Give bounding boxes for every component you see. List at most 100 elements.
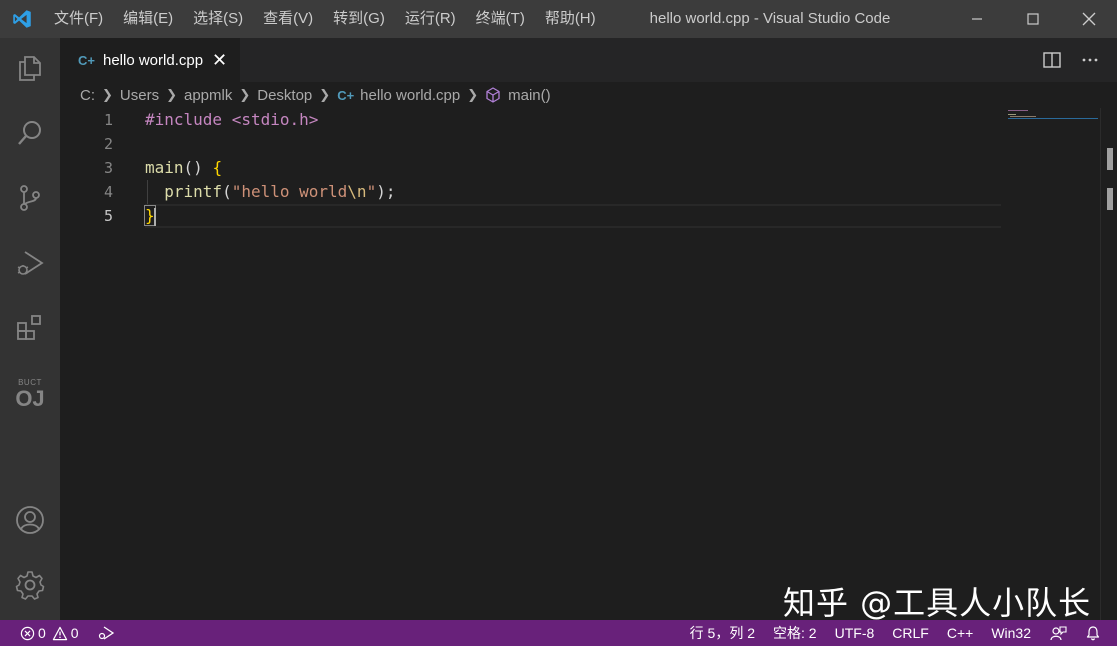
code-token: ( bbox=[222, 182, 232, 201]
code-line: 1 #include <stdio.h> bbox=[60, 108, 1100, 132]
close-icon bbox=[1082, 12, 1096, 26]
tab-hello-world-cpp[interactable]: C+ hello world.cpp ✕ bbox=[60, 38, 240, 82]
code-editor[interactable]: 1 #include <stdio.h> 2 3 main() {4 printf("h… bbox=[60, 108, 1100, 620]
menu-bar: 文件(F) 编辑(E) 选择(S) 查看(V) 转到(G) 运行(R) 终端(T… bbox=[44, 0, 606, 38]
cpp-file-icon: C+ bbox=[337, 87, 355, 103]
window-controls bbox=[949, 0, 1117, 38]
code-token: ); bbox=[376, 182, 396, 201]
code-line: 4 printf("hello world\n"); bbox=[60, 180, 1100, 204]
menu-go[interactable]: 转到(G) bbox=[323, 0, 395, 38]
warning-count: 0 bbox=[70, 625, 79, 641]
activity-bar: BUCT OJ bbox=[0, 38, 60, 620]
text-cursor bbox=[154, 208, 156, 226]
cursor-position[interactable]: 行 5，列 2 bbox=[690, 623, 755, 643]
breadcrumb-appmlk[interactable]: appmlk bbox=[184, 87, 232, 104]
menu-run[interactable]: 运行(R) bbox=[395, 0, 466, 38]
line-number: 5 bbox=[103, 207, 113, 225]
account-icon[interactable] bbox=[0, 492, 60, 548]
settings-gear-icon[interactable] bbox=[0, 557, 60, 613]
menu-file[interactable]: 文件(F) bbox=[44, 0, 113, 38]
code-text: printf("hello world\n"); bbox=[145, 180, 395, 204]
split-editor-icon[interactable] bbox=[1043, 51, 1061, 69]
debug-status-button[interactable] bbox=[97, 625, 115, 641]
breadcrumb-symbol[interactable]: main() bbox=[508, 87, 551, 104]
code-token: "hello world bbox=[231, 182, 348, 201]
source-control-icon[interactable] bbox=[0, 170, 60, 226]
minimap[interactable] bbox=[1008, 108, 1100, 120]
menu-selection[interactable]: 选择(S) bbox=[183, 0, 253, 38]
code-token: () bbox=[183, 158, 213, 177]
tab-close-icon[interactable]: ✕ bbox=[212, 51, 227, 69]
code-token: printf bbox=[164, 182, 223, 201]
breadcrumb: C: ❯ Users ❯ appmlk ❯ Desktop ❯ C+ hello… bbox=[60, 82, 1117, 108]
explorer-icon[interactable] bbox=[0, 40, 60, 96]
chevron-right-icon: ❯ bbox=[467, 87, 479, 102]
run-debug-icon[interactable] bbox=[0, 235, 60, 291]
minimize-icon bbox=[972, 18, 982, 20]
code-text: #include <stdio.h> bbox=[145, 108, 318, 132]
breadcrumb-file[interactable]: hello world.cpp bbox=[360, 87, 460, 104]
line-number: 3 bbox=[103, 159, 113, 177]
code-token: \n bbox=[347, 182, 367, 201]
chevron-right-icon: ❯ bbox=[102, 87, 113, 102]
menu-edit[interactable]: 编辑(E) bbox=[113, 0, 183, 38]
code-token: " bbox=[366, 182, 377, 201]
code-token: main bbox=[145, 158, 184, 177]
close-window-button[interactable] bbox=[1061, 0, 1117, 38]
status-right: 行 5，列 2 空格: 2 UTF-8 CRLF C++ Win32 bbox=[690, 620, 1101, 646]
window-title: hello world.cpp - Visual Studio Code bbox=[649, 10, 891, 27]
maximize-icon bbox=[1027, 13, 1039, 25]
line-number: 1 bbox=[103, 111, 113, 129]
breadcrumb-desktop[interactable]: Desktop bbox=[257, 87, 312, 104]
indentation[interactable]: 空格: 2 bbox=[773, 623, 817, 643]
title-bar: 文件(F) 编辑(E) 选择(S) 查看(V) 转到(G) 运行(R) 终端(T… bbox=[0, 0, 1117, 38]
vertical-scrollbar[interactable] bbox=[1100, 108, 1117, 620]
feedback-icon[interactable] bbox=[1049, 625, 1067, 641]
extensions-icon[interactable] bbox=[0, 300, 60, 356]
vscode-logo-icon bbox=[0, 0, 44, 38]
chevron-right-icon: ❯ bbox=[166, 87, 177, 102]
status-bar: 0 0 行 5，列 2 空格: 2 UTF-8 CRLF C++ Win32 bbox=[0, 620, 1117, 646]
language-mode[interactable]: C++ bbox=[947, 625, 973, 641]
maximize-button[interactable] bbox=[1005, 0, 1061, 38]
search-icon[interactable] bbox=[0, 105, 60, 161]
oj-icon[interactable]: BUCT OJ bbox=[0, 366, 60, 422]
error-count: 0 bbox=[38, 625, 46, 641]
menu-view[interactable]: 查看(V) bbox=[253, 0, 323, 38]
more-actions-icon[interactable] bbox=[1081, 51, 1099, 69]
code-token: { bbox=[212, 158, 223, 177]
status-left: 0 0 bbox=[0, 620, 115, 646]
scrollbar-marker bbox=[1107, 148, 1113, 170]
cpp-file-icon: C+ bbox=[78, 52, 95, 68]
minimize-button[interactable] bbox=[949, 0, 1005, 38]
line-number: 2 bbox=[103, 135, 113, 153]
code-line: 2 bbox=[60, 132, 1100, 156]
chevron-right-icon: ❯ bbox=[239, 87, 251, 102]
cpp-configuration[interactable]: Win32 bbox=[991, 625, 1031, 641]
tab-label: hello world.cpp bbox=[102, 51, 204, 69]
code-token: #include <stdio.h> bbox=[145, 110, 319, 129]
problems-status[interactable]: 0 0 bbox=[20, 625, 79, 641]
code-line: 5} bbox=[60, 204, 1100, 228]
watermark: 知乎 @工具人小队长 bbox=[783, 584, 1092, 622]
encoding[interactable]: UTF-8 bbox=[835, 625, 875, 641]
scrollbar-marker bbox=[1107, 188, 1113, 210]
end-of-line[interactable]: CRLF bbox=[892, 625, 929, 641]
notifications-bell-icon[interactable] bbox=[1085, 625, 1101, 641]
menu-terminal[interactable]: 终端(T) bbox=[466, 0, 535, 38]
line-number: 4 bbox=[103, 183, 113, 201]
oj-big-label: OJ bbox=[15, 385, 45, 411]
editor-actions bbox=[1043, 38, 1099, 82]
code-line: 3 main() { bbox=[60, 156, 1100, 180]
chevron-right-icon: ❯ bbox=[319, 87, 331, 102]
warning-icon bbox=[52, 626, 67, 640]
breadcrumb-drive[interactable]: C: bbox=[80, 87, 95, 104]
breadcrumb-users[interactable]: Users bbox=[120, 87, 159, 104]
symbol-method-icon bbox=[485, 87, 501, 103]
error-icon bbox=[20, 626, 35, 640]
code-text: main() { bbox=[145, 156, 222, 180]
run-debug-icon bbox=[98, 626, 114, 640]
menu-help[interactable]: 帮助(H) bbox=[535, 0, 606, 38]
tab-bar: C+ hello world.cpp ✕ bbox=[60, 38, 1117, 82]
